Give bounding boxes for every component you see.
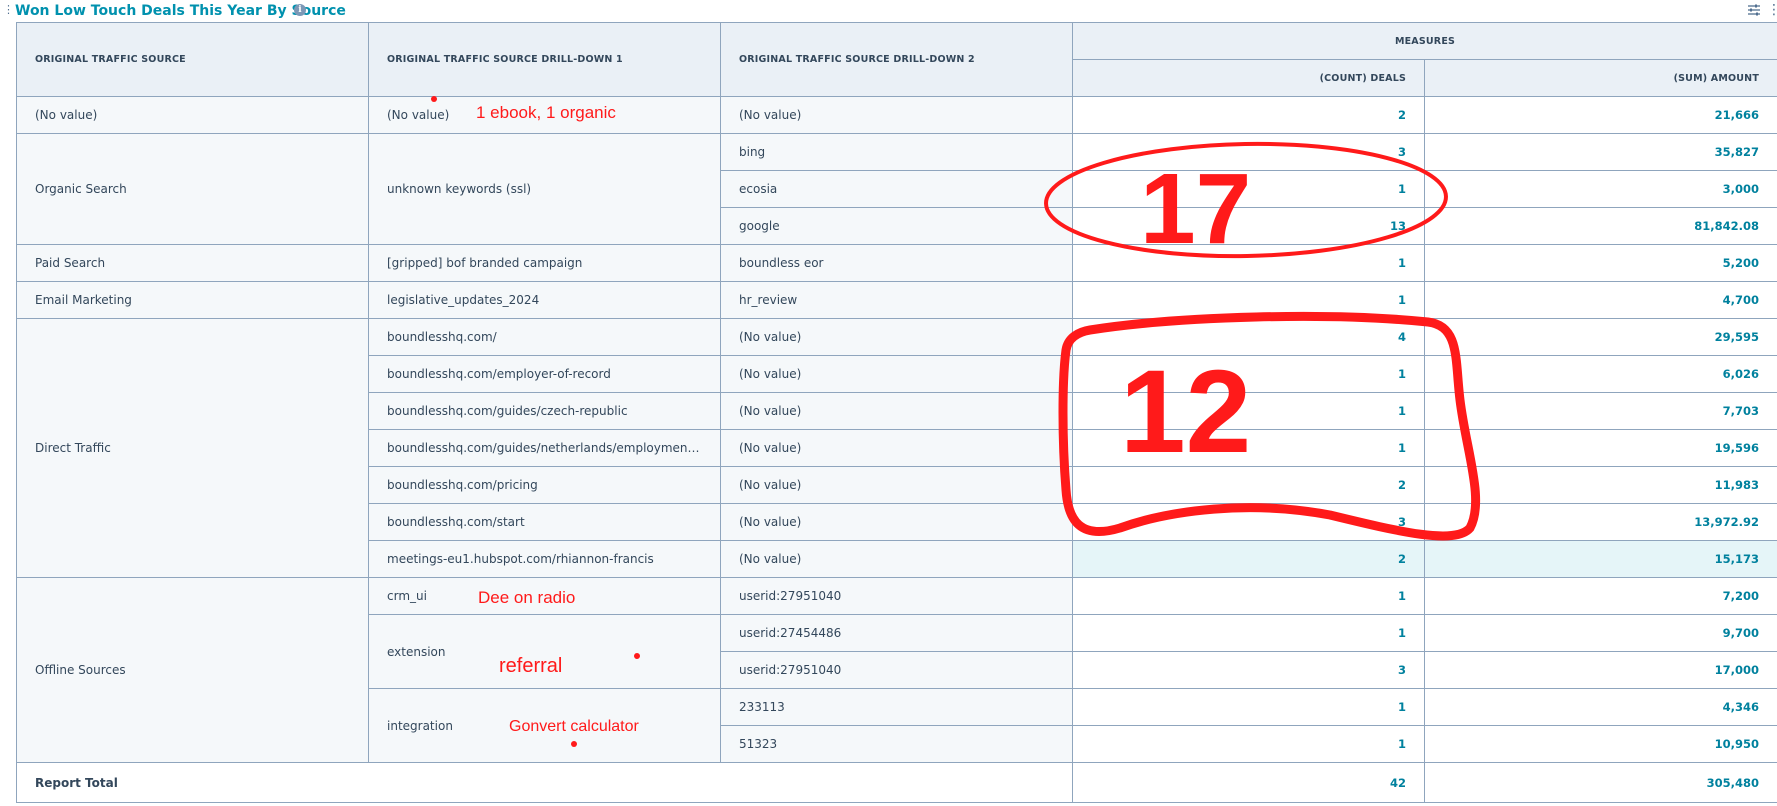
drill2-cell: google — [720, 207, 1073, 245]
column-header-deals[interactable]: (COUNT) DEALS — [1072, 59, 1425, 97]
amount-cell[interactable]: 4,700 — [1423, 281, 1777, 319]
table-row: Organic Search unknown keywords (ssl) bi… — [16, 133, 1777, 245]
info-icon[interactable]: i — [294, 4, 306, 16]
source-cell: (No value) — [16, 96, 369, 134]
amount-cell[interactable]: 7,200 — [1423, 577, 1777, 615]
report-total-row: Report Total 42 305,480 — [16, 762, 1777, 803]
drill2-cell: (No value) — [720, 318, 1073, 356]
table-row: (No value) (No value) (No value) 2 21,66… — [16, 96, 1777, 134]
deals-cell[interactable]: 2 — [1072, 96, 1425, 134]
drill2-cell: (No value) — [720, 503, 1073, 541]
deals-cell[interactable]: 3 — [1072, 133, 1425, 171]
amount-cell[interactable]: 3,000 — [1423, 170, 1777, 208]
drill2-cell: (No value) — [720, 355, 1073, 393]
drill2-cell: (No value) — [720, 96, 1073, 134]
deals-cell[interactable]: 1 — [1072, 725, 1425, 763]
amount-cell[interactable]: 19,596 — [1423, 429, 1777, 467]
deals-cell[interactable]: 1 — [1072, 244, 1425, 282]
annotation-note: referral — [499, 655, 563, 677]
deals-cell[interactable]: 1 — [1072, 355, 1425, 393]
amount-cell[interactable]: 5,200 — [1423, 244, 1777, 282]
amount-cell[interactable]: 4,346 — [1423, 688, 1777, 726]
deals-cell[interactable]: 1 — [1072, 429, 1425, 467]
drill2-cell: userid:27951040 — [720, 577, 1073, 615]
drill2-cell: userid:27454486 — [720, 614, 1073, 652]
amount-cell[interactable]: 81,842.08 — [1423, 207, 1777, 245]
column-header-drill2[interactable]: ORIGINAL TRAFFIC SOURCE DRILL-DOWN 2 — [720, 22, 1073, 97]
source-cell: Offline Sources — [16, 577, 369, 763]
amount-cell[interactable]: 15,173 — [1423, 540, 1777, 578]
column-header-amount[interactable]: (SUM) AMOUNT — [1423, 59, 1777, 97]
amount-cell[interactable]: 13,972.92 — [1423, 503, 1777, 541]
deals-cell[interactable]: 13 — [1072, 207, 1425, 245]
sliders-icon[interactable] — [1747, 3, 1761, 17]
deals-cell[interactable]: 1 — [1072, 577, 1425, 615]
table-row: Direct Traffic boundlesshq.com/ (No valu… — [16, 318, 1777, 578]
amount-cell[interactable]: 10,950 — [1423, 725, 1777, 763]
drill2-cell: ecosia — [720, 170, 1073, 208]
amount-cell[interactable]: 21,666 — [1423, 96, 1777, 134]
amount-cell[interactable]: 9,700 — [1423, 614, 1777, 652]
column-header-drill1[interactable]: ORIGINAL TRAFFIC SOURCE DRILL-DOWN 1 — [368, 22, 721, 97]
drill1-cell: boundlesshq.com/ — [368, 318, 721, 356]
vertical-dots-icon[interactable]: ⋮ — [1767, 2, 1777, 18]
amount-cell[interactable]: 17,000 — [1423, 651, 1777, 689]
drill2-cell: boundless eor — [720, 244, 1073, 282]
drill2-cell: userid:27951040 — [720, 651, 1073, 689]
amount-cell[interactable]: 35,827 — [1423, 133, 1777, 171]
report-table: ORIGINAL TRAFFIC SOURCE ORIGINAL TRAFFIC… — [16, 22, 1777, 803]
column-header-source[interactable]: ORIGINAL TRAFFIC SOURCE — [16, 22, 369, 97]
table-row: Offline Sources crm_ui userid:27951040 1… — [16, 577, 1777, 763]
drill1-cell: boundlesshq.com/pricing — [368, 466, 721, 504]
amount-cell[interactable]: 29,595 — [1423, 318, 1777, 356]
drill2-cell: 233113 — [720, 688, 1073, 726]
source-cell: Paid Search — [16, 244, 369, 282]
deals-cell[interactable]: 1 — [1072, 170, 1425, 208]
source-cell: Organic Search — [16, 133, 369, 245]
source-cell: Email Marketing — [16, 281, 369, 319]
drag-handle-icon[interactable]: ⋮ — [3, 3, 14, 17]
deals-cell[interactable]: 3 — [1072, 503, 1425, 541]
annotation-note: Dee on radio — [478, 588, 576, 607]
deals-cell[interactable]: 2 — [1072, 466, 1425, 504]
annotation-dot — [634, 653, 640, 659]
drill1-cell: unknown keywords (ssl) — [368, 133, 721, 245]
deals-cell[interactable]: 3 — [1072, 651, 1425, 689]
annotation-note: 1 ebook, 1 organic — [476, 103, 616, 122]
report-header: ⋮ Won Low Touch Deals This Year By Sourc… — [0, 0, 1777, 22]
annotation-note: Gonvert calculator — [509, 718, 639, 735]
total-amount-cell[interactable]: 305,480 — [1423, 762, 1777, 803]
drill1-cell: boundlesshq.com/employer-of-record — [368, 355, 721, 393]
drill2-cell: (No value) — [720, 429, 1073, 467]
drill1-cell: legislative_updates_2024 — [368, 281, 721, 319]
deals-cell[interactable]: 1 — [1072, 688, 1425, 726]
annotation-dot — [431, 96, 437, 102]
deals-cell[interactable]: 1 — [1072, 392, 1425, 430]
measures-header: MEASURES — [1071, 22, 1777, 60]
drill2-cell: (No value) — [720, 392, 1073, 430]
source-cell: Direct Traffic — [16, 318, 369, 578]
drill2-cell: (No value) — [720, 466, 1073, 504]
drill2-cell: hr_review — [720, 281, 1073, 319]
deals-cell[interactable]: 1 — [1072, 614, 1425, 652]
drill1-cell: [gripped] bof branded campaign — [368, 244, 721, 282]
drill2-cell: 51323 — [720, 725, 1073, 763]
drill1-cell: boundlesshq.com/start — [368, 503, 721, 541]
deals-cell[interactable]: 1 — [1072, 281, 1425, 319]
drill1-cell: boundlesshq.com/guides/netherlands/emplo… — [368, 429, 721, 467]
amount-cell[interactable]: 6,026 — [1423, 355, 1777, 393]
drill2-cell: (No value) — [720, 540, 1073, 578]
drill2-cell: bing — [720, 133, 1073, 171]
table-row: Email Marketing legislative_updates_2024… — [16, 281, 1777, 319]
deals-cell[interactable]: 2 — [1072, 540, 1425, 578]
total-deals-cell[interactable]: 42 — [1072, 762, 1425, 803]
drill1-cell: meetings-eu1.hubspot.com/rhiannon-franci… — [368, 540, 721, 578]
amount-cell[interactable]: 11,983 — [1423, 466, 1777, 504]
report-total-label: Report Total — [16, 762, 1073, 803]
annotation-dot — [571, 741, 577, 747]
amount-cell[interactable]: 7,703 — [1423, 392, 1777, 430]
drill1-cell: boundlesshq.com/guides/czech-republic — [368, 392, 721, 430]
table-row: Paid Search [gripped] bof branded campai… — [16, 244, 1777, 282]
deals-cell[interactable]: 4 — [1072, 318, 1425, 356]
